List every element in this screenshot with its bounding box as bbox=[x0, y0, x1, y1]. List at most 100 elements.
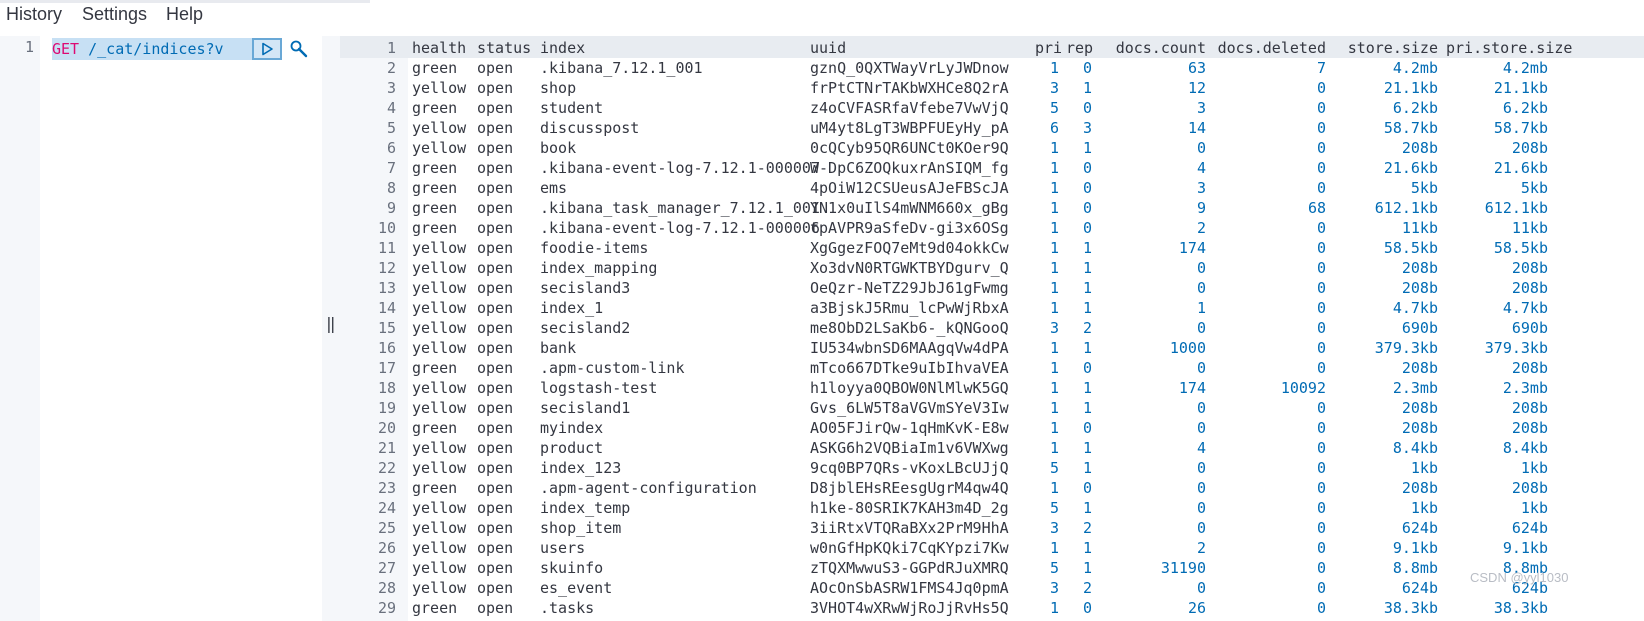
cell-uuid: D8jblEHsREesgUgrM4qw4Q bbox=[810, 479, 1009, 497]
cell-docs-deleted: 0 bbox=[1316, 519, 1326, 537]
cell-docs-deleted: 0 bbox=[1316, 299, 1326, 317]
cell-docs-count: 9 bbox=[1196, 199, 1206, 217]
cell-uuid: W-DpC6ZOQkuxrAnSIQM_fg bbox=[810, 159, 1009, 177]
cell-store-size: 1kb bbox=[1410, 499, 1438, 517]
pane-resizer[interactable]: ‖ bbox=[322, 36, 340, 621]
cell-pri-store-size: 21.1kb bbox=[1493, 79, 1548, 97]
cell-store-size: 208b bbox=[1401, 359, 1438, 377]
request-options-button[interactable] bbox=[286, 38, 312, 60]
send-request-button[interactable] bbox=[252, 38, 282, 60]
cell-docs-count: 0 bbox=[1196, 579, 1206, 597]
cell-health: yellow bbox=[412, 499, 467, 517]
cell-pri-store-size: 208b bbox=[1511, 279, 1548, 297]
cell-docs-deleted: 0 bbox=[1316, 579, 1326, 597]
line-number: 11 bbox=[377, 239, 396, 257]
line-number: 1 bbox=[386, 39, 396, 57]
cell-status: open bbox=[477, 419, 514, 437]
line-number: 25 bbox=[377, 519, 396, 537]
cell-health: green bbox=[412, 59, 458, 77]
cell-docs-deleted: 0 bbox=[1316, 239, 1326, 257]
cell-health: yellow bbox=[412, 319, 467, 337]
menu-help[interactable]: Help bbox=[166, 4, 203, 25]
cell-uuid: 3VHOT4wXRwWjRoJjRvHs5Q bbox=[810, 599, 1009, 617]
cell-index: .apm-agent-configuration bbox=[540, 479, 757, 497]
request-method: GET bbox=[52, 40, 80, 58]
editor-gutter: 1 bbox=[0, 36, 40, 621]
cell-uuid: mTco667DTke9uIbIhvaVEA bbox=[810, 359, 1009, 377]
cell-store-size: 208b bbox=[1401, 139, 1438, 157]
cell-store-size: 624b bbox=[1401, 519, 1438, 537]
cell-pri: 1 bbox=[1049, 279, 1059, 297]
cell-rep: 2 bbox=[1082, 579, 1092, 597]
cell-rep: 1 bbox=[1082, 79, 1092, 97]
cell-docs-deleted: 0 bbox=[1316, 359, 1326, 377]
cell-pri-store-size: 690b bbox=[1511, 319, 1548, 337]
cell-rep: 0 bbox=[1082, 99, 1092, 117]
cell-docs-count: 0 bbox=[1196, 499, 1206, 517]
menu-history[interactable]: History bbox=[6, 4, 62, 25]
cell-pri-store-size: 8.4kb bbox=[1502, 439, 1548, 457]
line-number: 9 bbox=[386, 199, 396, 217]
cell-health: yellow bbox=[412, 579, 467, 597]
request-line[interactable]: GET /_cat/indices?v bbox=[52, 38, 252, 60]
cell-rep: 0 bbox=[1082, 599, 1092, 617]
line-number: 10 bbox=[377, 219, 396, 237]
cell-pri-store-size: 208b bbox=[1511, 139, 1548, 157]
line-number: 20 bbox=[377, 419, 396, 437]
cell-uuid: 4pOiW12CSUeusAJeFBScJA bbox=[810, 179, 1009, 197]
cell-pri-store-size: 4.2mb bbox=[1502, 59, 1548, 77]
cell-rep: 1 bbox=[1082, 299, 1092, 317]
request-code[interactable]: GET /_cat/indices?v bbox=[52, 38, 224, 60]
table-row: 11 yellow open foodie-items XgGgezFOQ7eMt9d0… bbox=[340, 238, 1644, 258]
table-row: 2 green open .kibana_7.12.1_001 gznQ_0QXTWay… bbox=[340, 58, 1644, 78]
cell-docs-count: 2 bbox=[1196, 219, 1206, 237]
menu-settings[interactable]: Settings bbox=[82, 4, 147, 25]
play-icon bbox=[262, 42, 273, 56]
cell-store-size: 690b bbox=[1401, 319, 1438, 337]
cell-health: yellow bbox=[412, 119, 467, 137]
cell-status: open bbox=[477, 299, 514, 317]
cell-docs-count: 0 bbox=[1196, 399, 1206, 417]
table-row: 8 green open ems 4pOiW12CSUeusAJeFBScJA 1 0 3 0 5… bbox=[340, 178, 1644, 198]
cell-rep: 1 bbox=[1082, 279, 1092, 297]
cell-rep: 1 bbox=[1082, 379, 1092, 397]
cell-index: secisland1 bbox=[540, 399, 631, 417]
response-output: 1 health status index uuid pri rep docs.… bbox=[340, 36, 1644, 621]
cell-uuid: ASKG6h2VQBiaIm1v6VWXwg bbox=[810, 439, 1009, 457]
cell-docs-count: 0 bbox=[1196, 519, 1206, 537]
cell-index: shop bbox=[540, 79, 577, 97]
header-docs-count: docs.count bbox=[1115, 39, 1206, 57]
cell-store-size: 21.1kb bbox=[1383, 79, 1438, 97]
line-number: 17 bbox=[377, 359, 396, 377]
cell-uuid: XgGgezFOQ7eMt9d04okkCw bbox=[810, 239, 1009, 257]
table-row: 27 yellow open skuinfo zTQXMwwuS3-GGPdRJuXMR… bbox=[340, 558, 1644, 578]
cell-docs-deleted: 0 bbox=[1316, 259, 1326, 277]
cell-docs-deleted: 0 bbox=[1316, 459, 1326, 477]
drag-handle-icon[interactable]: ‖ bbox=[326, 314, 336, 333]
table-row: 5 yellow open discusspost uM4yt8LgT3WBPFUEyH… bbox=[340, 118, 1644, 138]
cell-pri-store-size: 208b bbox=[1511, 259, 1548, 277]
line-number: 13 bbox=[377, 279, 396, 297]
cell-docs-deleted: 0 bbox=[1316, 119, 1326, 137]
table-row: 26 yellow open users w0nGfHpKQki7CqKYpzi7Kw 1… bbox=[340, 538, 1644, 558]
table-row: 25 yellow open shop_item 3iiRtxVTQRaBXx2PrM9… bbox=[340, 518, 1644, 538]
request-editor[interactable]: 1 GET /_cat/indices?v bbox=[0, 36, 322, 621]
cell-docs-count: 0 bbox=[1196, 479, 1206, 497]
cell-index: skuinfo bbox=[540, 559, 604, 577]
cell-index: secisland2 bbox=[540, 319, 631, 337]
table-row: 28 yellow open es_event AOcOnSbASRW1FMS4Jq0p… bbox=[340, 578, 1644, 598]
response-rows: 1 health status index uuid pri rep docs.… bbox=[340, 38, 1644, 618]
cell-store-size: 21.6kb bbox=[1383, 159, 1438, 177]
cell-docs-deleted: 0 bbox=[1316, 559, 1326, 577]
cell-store-size: 208b bbox=[1401, 419, 1438, 437]
cell-pri: 1 bbox=[1049, 359, 1059, 377]
line-number: 22 bbox=[377, 459, 396, 477]
cell-health: yellow bbox=[412, 399, 467, 417]
header-pri: pri bbox=[1035, 39, 1063, 57]
cell-rep: 0 bbox=[1082, 179, 1092, 197]
table-row: 13 yellow open secisland3 OeQzr-NeTZ29JbJ61g… bbox=[340, 278, 1644, 298]
line-number: 16 bbox=[377, 339, 396, 357]
cell-store-size: 6.2kb bbox=[1392, 99, 1438, 117]
cell-docs-count: 12 bbox=[1187, 79, 1206, 97]
cell-store-size: 8.8mb bbox=[1392, 559, 1438, 577]
